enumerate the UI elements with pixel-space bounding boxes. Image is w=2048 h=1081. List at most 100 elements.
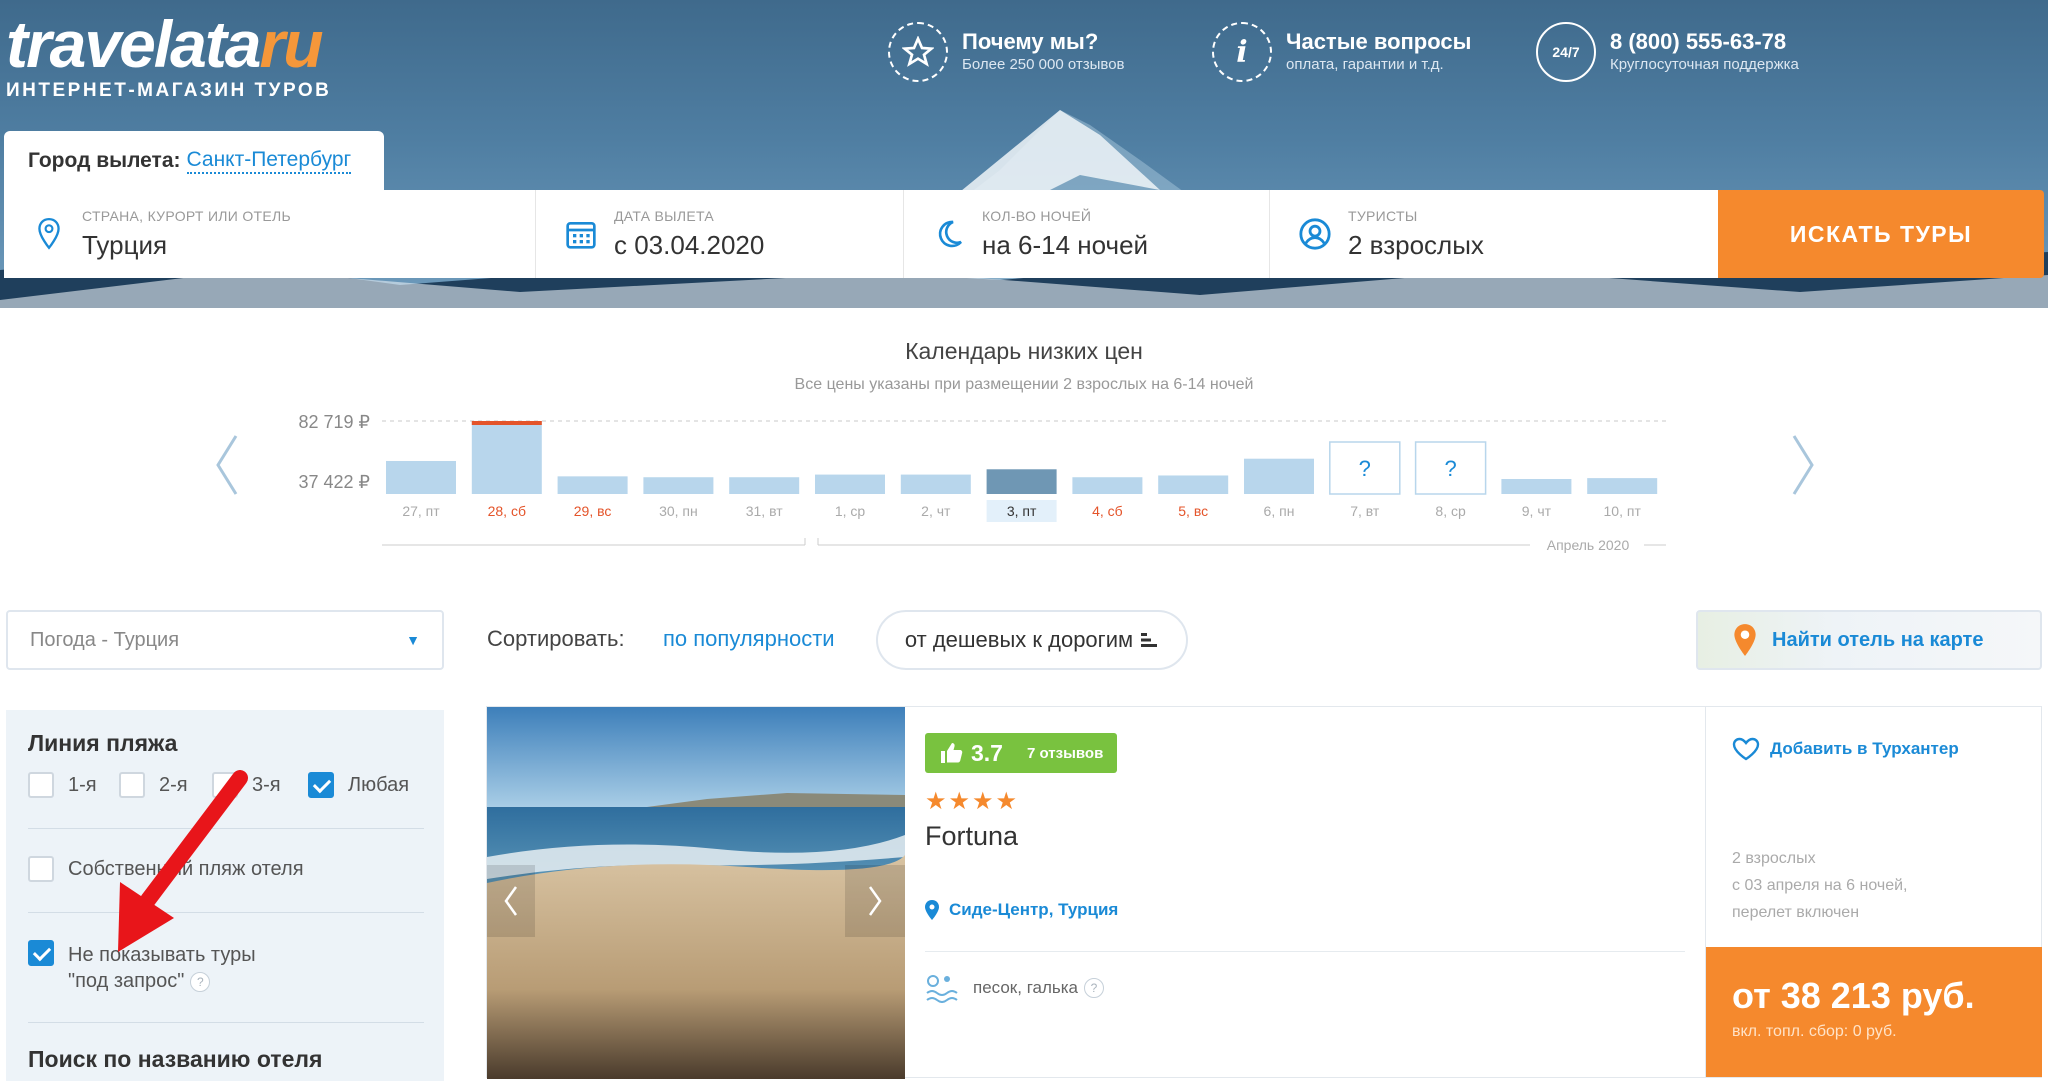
beach-line-1-checkbox[interactable] [28,772,54,798]
calendar-date-label[interactable]: 9, чт [1522,503,1552,519]
calendar-date-label[interactable]: 27, пт [402,503,440,519]
calendar-bar[interactable] [1158,475,1229,494]
price-column: Добавить в Турхантер 2 взрослых с 03 апр… [1705,707,2042,1077]
phone-subtitle: Круглосуточная поддержка [1610,56,1799,73]
calendar-date-label[interactable]: 28, сб [488,503,526,519]
star-icon [888,22,948,82]
faq-subtitle: оплата, гарантии и т.д. [1286,56,1444,73]
tourists-value: 2 взрослых [1348,229,1484,260]
divider [28,1022,424,1023]
calendar-bar[interactable] [900,474,971,494]
rating-badge[interactable]: 3.7 7 отзывов [925,733,1118,773]
hotel-name[interactable]: Fortuna [925,821,1018,852]
tourists-field[interactable]: Туристы 2 взрослых [1270,190,1718,278]
calendar-date-label[interactable]: 1, ср [835,503,866,519]
info-icon: i [1212,22,1272,82]
y-tick-label-min: 37 422 ₽ [298,472,370,492]
add-to-tourhunter-link[interactable]: Добавить в Турхантер [1732,737,1959,761]
calendar-bar[interactable] [643,477,714,494]
search-bar: Страна, курорт или отель Турция Дата выл… [4,190,2044,278]
calendar-date-label[interactable]: 3, пт [1007,503,1037,519]
tour-details-tourists: 2 взрослых [1732,850,1816,867]
calendar-bar[interactable] [1587,478,1658,494]
calendar-bar-max-marker [471,421,542,425]
hotel-photo[interactable] [487,707,905,1079]
photo-prev-arrow[interactable] [487,865,535,937]
hotel-location-link[interactable]: Сиде-Центр, Турция [925,900,1118,920]
tour-price: от 38 213 руб. [1732,975,1975,1016]
own-beach-checkbox[interactable] [28,856,54,882]
hero-header: travelataru ИНТЕРНЕТ-МАГАЗИН ТУРОВ Почем… [0,0,2048,308]
calendar-unknown-price-mark: ? [1444,456,1456,481]
help-icon[interactable]: ? [190,971,211,992]
calendar-date-label[interactable]: 4, сб [1092,503,1123,519]
hide-on-request-line2: "под запрос" [68,970,185,992]
departure-city-link[interactable]: Санкт-Петербург [186,148,352,174]
nights-field[interactable]: Кол-во ночей на 6-14 ночей [904,190,1270,278]
logo[interactable]: travelataru ИНТЕРНЕТ-МАГАЗИН ТУРОВ [6,10,331,102]
map-pin-icon [32,217,66,251]
low-price-calendar-chart: 82 719 ₽ 37 422 ₽ 27, пт 28, сб 29, вс 30, … [298,412,1666,553]
date-field[interactable]: Дата вылета с 03.04.2020 [536,190,904,278]
dropdown-caret-icon: ▼ [406,632,420,648]
destination-field[interactable]: Страна, курорт или отель Турция [4,190,536,278]
support-24-7-icon: 24/7 [1536,22,1596,82]
tour-details-flight: перелет включен [1732,904,1860,921]
sort-by-popularity-link[interactable]: по популярности [663,626,835,652]
hotel-name-search-title: Поиск по названию отеля [28,1046,323,1072]
why-us-subtitle: Более 250 000 отзывов [962,56,1125,73]
beach-line-any-checkbox[interactable] [308,772,334,798]
calendar-bar-selected[interactable] [986,469,1057,494]
divider [925,951,1685,952]
destination-label: Страна, курорт или отель [82,207,291,224]
red-arrow-annotation [118,770,248,952]
calendar-bar[interactable] [386,460,456,494]
help-icon[interactable]: ? [1084,978,1105,998]
hide-on-request-tours-checkbox[interactable] [28,940,54,966]
thumbs-up-icon [941,743,963,763]
find-hotel-on-map-button[interactable]: Найти отель на карте [1696,610,2042,670]
beach-line-title: Линия пляжа [28,730,178,756]
calendar-date-label[interactable]: 6, пн [1264,503,1295,519]
calendar-icon [564,217,598,251]
weather-dropdown[interactable]: Погода - Турция ▼ [6,610,444,670]
logo-suffix: ru [259,7,324,81]
fuel-surcharge-note: вкл. топл. сбор: 0 руб. [1732,1023,1897,1040]
calendar-bar[interactable] [729,477,800,494]
photo-next-arrow[interactable] [845,865,905,937]
beach-type: песок, галька ? [925,973,1105,1003]
calendar-date-label[interactable]: 8, ср [1435,503,1466,519]
faq-link[interactable]: i Частые вопросы оплата, гарантии и т.д. [1212,22,1471,82]
beach-photo [487,707,905,1079]
calendar-bar[interactable] [1244,458,1314,494]
calendar-date-label[interactable]: 31, вт [746,503,783,519]
beach-type-text: песок, галька [973,978,1079,997]
calendar-bar[interactable] [1501,478,1572,494]
phone-link[interactable]: 24/7 8 (800) 555-63-78 Круглосуточная по… [1536,22,1799,82]
search-tours-button[interactable]: ИСКАТЬ ТУРЫ [1718,190,2044,278]
map-pin-icon [1734,624,1756,656]
why-us-title: Почему мы? [962,29,1099,54]
calendar-bar[interactable] [1072,477,1143,494]
beach-line-1-label: 1-я [68,774,97,796]
date-value: с 03.04.2020 [614,229,765,260]
why-us-link[interactable]: Почему мы? Более 250 000 отзывов [888,22,1125,82]
calendar-date-label[interactable]: 30, пн [659,503,698,519]
phone-number: 8 (800) 555-63-78 [1610,29,1787,54]
faq-title: Частые вопросы [1286,29,1472,54]
hotel-card: 3.7 7 отзывов ★★★★ Fortuna Сиде-Центр, Т… [486,706,2042,1079]
calendar-date-label[interactable]: 29, вс [574,503,612,519]
sort-by-price-button[interactable]: от дешевых к дорогим [876,610,1188,670]
calendar-date-label[interactable]: 7, вт [1350,503,1380,519]
calendar-date-label[interactable]: 2, чт [921,503,951,519]
calendar-bar[interactable] [557,476,628,494]
moon-icon [932,217,966,251]
calendar-bar[interactable] [815,474,885,494]
calendar-date-label[interactable]: 5, вс [1178,503,1208,519]
beach-line-any-label: Любая [348,774,410,796]
price-button[interactable]: от 38 213 руб. вкл. топл. сбор: 0 руб. [1706,947,2042,1077]
calendar-bar[interactable] [471,421,542,494]
calendar-date-label[interactable]: 10, пт [1604,503,1642,519]
logo-tagline: ИНТЕРНЕТ-МАГАЗИН ТУРОВ [6,80,332,101]
find-hotel-on-map-label: Найти отель на карте [1772,628,1984,651]
